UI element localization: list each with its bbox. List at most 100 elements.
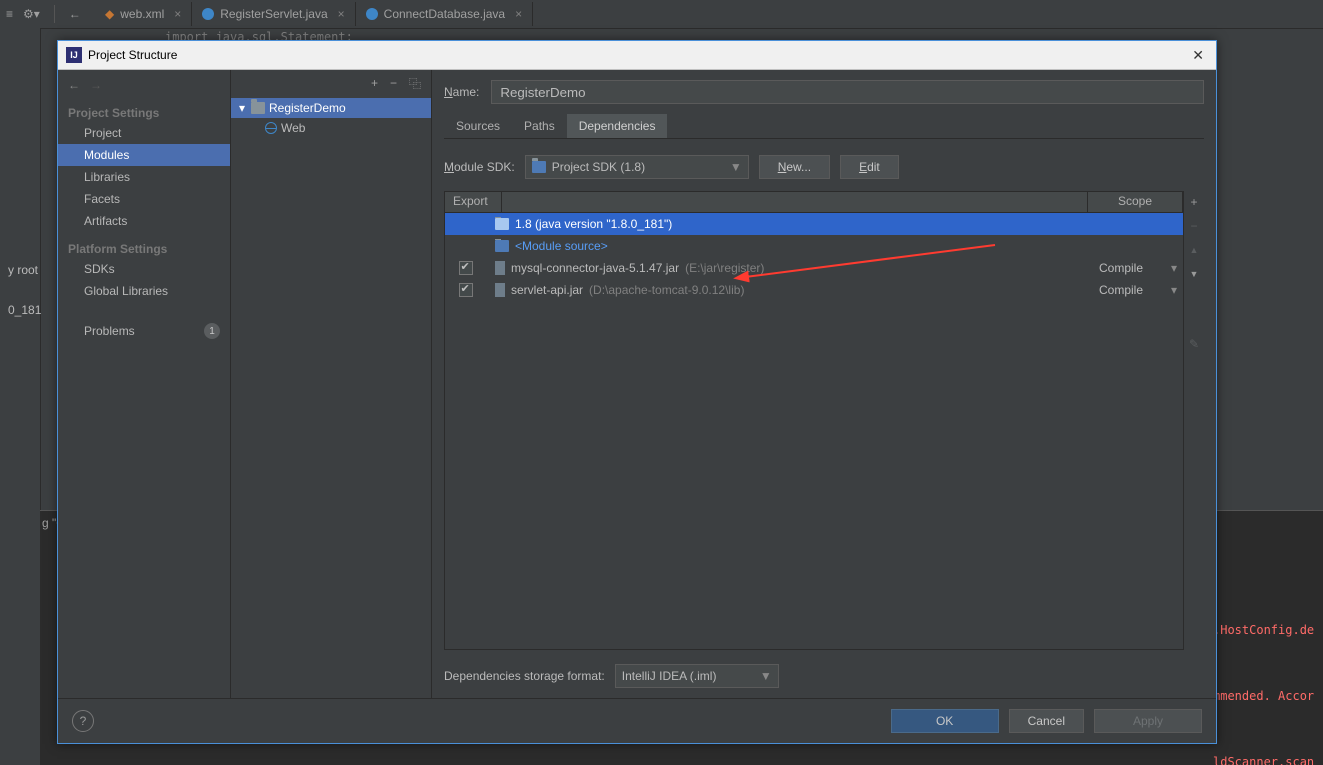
project-settings-section: Project Settings bbox=[58, 96, 230, 122]
dialog-body: ← → Project Settings Project Modules Lib… bbox=[58, 70, 1216, 698]
dialog-footer: ? OK Cancel Apply bbox=[58, 698, 1216, 743]
close-icon[interactable]: × bbox=[174, 7, 181, 21]
module-tree: ▾ RegisterDemo Web bbox=[231, 96, 431, 698]
source-folder-icon bbox=[495, 240, 509, 252]
close-icon[interactable]: × bbox=[515, 7, 522, 21]
tab-paths[interactable]: Paths bbox=[512, 114, 567, 138]
module-tree-toolbar: + − ⿻ bbox=[231, 70, 431, 96]
tab-label: RegisterServlet.java bbox=[220, 7, 327, 21]
toolbar-separator bbox=[54, 5, 55, 23]
category-libraries[interactable]: Libraries bbox=[58, 166, 230, 188]
table-header: Export Scope bbox=[445, 192, 1183, 213]
combo-value: Project SDK (1.8) bbox=[552, 160, 645, 174]
dep-row-mysql-connector[interactable]: mysql-connector-java-5.1.47.jar (E:\jar\… bbox=[445, 257, 1183, 279]
category-problems[interactable]: Problems 1 bbox=[58, 320, 230, 342]
category-facets[interactable]: Facets bbox=[58, 188, 230, 210]
category-sdks[interactable]: SDKs bbox=[58, 258, 230, 280]
edit-dep-icon[interactable]: ✎ bbox=[1185, 335, 1203, 353]
platform-settings-section: Platform Settings bbox=[58, 232, 230, 258]
close-icon[interactable]: ✕ bbox=[1188, 47, 1208, 64]
intellij-icon: IJ bbox=[66, 47, 82, 63]
category-global-libraries[interactable]: Global Libraries bbox=[58, 280, 230, 302]
cancel-button[interactable]: Cancel bbox=[1009, 709, 1084, 733]
dep-format-combo[interactable]: IntelliJ IDEA (.iml) ▼ bbox=[615, 664, 779, 688]
module-tree-panel: + − ⿻ ▾ RegisterDemo Web bbox=[231, 70, 432, 698]
scope-combo[interactable]: Compile▾ bbox=[1093, 283, 1183, 297]
editor-tab-webxml[interactable]: ◆ web.xml × bbox=[95, 2, 192, 26]
dep-path-hint: (D:\apache-tomcat-9.0.12\lib) bbox=[589, 283, 744, 297]
dep-row-sdk[interactable]: 1.8 (java version "1.8.0_181") bbox=[445, 213, 1183, 235]
module-sdk-combo[interactable]: Project SDK (1.8) ▼ bbox=[525, 155, 749, 179]
module-tabs: Sources Paths Dependencies bbox=[444, 114, 1204, 139]
tree-expand-icon[interactable]: ▾ bbox=[237, 101, 247, 115]
category-project[interactable]: Project bbox=[58, 122, 230, 144]
module-tree-web[interactable]: Web bbox=[231, 118, 431, 138]
new-sdk-button[interactable]: New... bbox=[759, 155, 830, 179]
back-arrow-icon[interactable]: ← bbox=[68, 78, 80, 92]
ide-gutter bbox=[0, 28, 41, 765]
tab-label: ConnectDatabase.java bbox=[384, 7, 505, 21]
module-name-row: Name: Name: bbox=[444, 80, 1204, 104]
dep-name: servlet-api.jar bbox=[511, 283, 583, 297]
forward-arrow-icon[interactable]: → bbox=[90, 78, 102, 92]
tree-hint-row: y root bbox=[4, 260, 41, 280]
back-icon[interactable]: ← bbox=[69, 7, 81, 21]
export-checkbox[interactable] bbox=[459, 261, 473, 275]
tree-hint-row: 0_181 bbox=[4, 300, 41, 320]
copy-module-icon[interactable]: ⿻ bbox=[409, 75, 421, 92]
close-icon[interactable]: × bbox=[338, 7, 345, 21]
xml-file-icon: ◆ bbox=[105, 7, 114, 21]
module-name-input[interactable] bbox=[491, 80, 1204, 104]
dep-format-label: Dependencies storage format: bbox=[444, 669, 605, 683]
module-tree-root[interactable]: ▾ RegisterDemo bbox=[231, 98, 431, 118]
java-class-icon bbox=[202, 8, 214, 20]
module-name: RegisterDemo bbox=[269, 101, 346, 115]
dialog-titlebar[interactable]: IJ Project Structure ✕ bbox=[58, 41, 1216, 70]
scope-combo[interactable]: Compile▾ bbox=[1093, 261, 1183, 275]
category-list: ← → Project Settings Project Modules Lib… bbox=[58, 70, 231, 698]
editor-tab-registerservlet[interactable]: RegisterServlet.java × bbox=[192, 2, 355, 26]
add-module-icon[interactable]: + bbox=[371, 76, 378, 90]
module-sdk-label: Module SDK: bbox=[444, 160, 515, 174]
chevron-down-icon: ▾ bbox=[1171, 283, 1177, 297]
dependencies-table: Export Scope 1.8 (java version "1.8.0_18… bbox=[444, 191, 1184, 650]
module-content-panel: Name: Name: Sources Paths Dependencies M… bbox=[432, 70, 1216, 698]
tab-sources[interactable]: Sources bbox=[444, 114, 512, 138]
dependencies-area: Export Scope 1.8 (java version "1.8.0_18… bbox=[444, 191, 1204, 650]
col-name[interactable] bbox=[502, 192, 1088, 212]
dep-row-servlet-api[interactable]: servlet-api.jar (D:\apache-tomcat-9.0.12… bbox=[445, 279, 1183, 301]
edit-sdk-button[interactable]: Edit bbox=[840, 155, 899, 179]
problems-label: Problems bbox=[84, 324, 135, 338]
editor-tab-connectdatabase[interactable]: ConnectDatabase.java × bbox=[356, 2, 533, 26]
move-down-icon[interactable]: ▼ bbox=[1185, 265, 1203, 283]
remove-module-icon[interactable]: − bbox=[390, 76, 397, 90]
jar-icon bbox=[495, 261, 505, 275]
move-up-icon[interactable]: ▲ bbox=[1185, 241, 1203, 259]
col-export[interactable]: Export bbox=[445, 192, 502, 212]
category-modules[interactable]: Modules bbox=[58, 144, 230, 166]
dep-name: <Module source> bbox=[515, 239, 608, 253]
apply-button[interactable]: Apply bbox=[1094, 709, 1202, 733]
dialog-title-text: Project Structure bbox=[88, 48, 177, 62]
ok-button[interactable]: OK bbox=[891, 709, 999, 733]
add-dep-icon[interactable]: + bbox=[1185, 193, 1203, 211]
editor-tabs: ◆ web.xml × RegisterServlet.java × Conne… bbox=[95, 0, 533, 28]
gear-icon[interactable]: ⚙▾ bbox=[23, 7, 40, 21]
dep-side-toolbar: + − ▲ ▼ ✎ bbox=[1184, 191, 1204, 650]
module-sdk-row: Module SDK: Module SDK: Project SDK (1.8… bbox=[444, 155, 1204, 179]
dep-row-module-source[interactable]: <Module source> bbox=[445, 235, 1183, 257]
dep-name: 1.8 (java version "1.8.0_181") bbox=[515, 217, 672, 231]
dep-storage-format-row: Dependencies storage format: IntelliJ ID… bbox=[444, 650, 1204, 698]
chevron-down-icon: ▼ bbox=[760, 669, 772, 683]
category-artifacts[interactable]: Artifacts bbox=[58, 210, 230, 232]
dep-path-hint: (E:\jar\register) bbox=[685, 261, 764, 275]
tab-dependencies[interactable]: Dependencies bbox=[567, 114, 668, 138]
web-facet-icon bbox=[265, 122, 277, 134]
export-checkbox[interactable] bbox=[459, 283, 473, 297]
menu-icon[interactable]: ≡ bbox=[6, 7, 13, 21]
remove-dep-icon[interactable]: − bbox=[1185, 217, 1203, 235]
java-class-icon bbox=[366, 8, 378, 20]
nav-arrows: ← → bbox=[58, 74, 230, 96]
help-button[interactable]: ? bbox=[72, 710, 94, 732]
col-scope[interactable]: Scope bbox=[1088, 192, 1183, 212]
